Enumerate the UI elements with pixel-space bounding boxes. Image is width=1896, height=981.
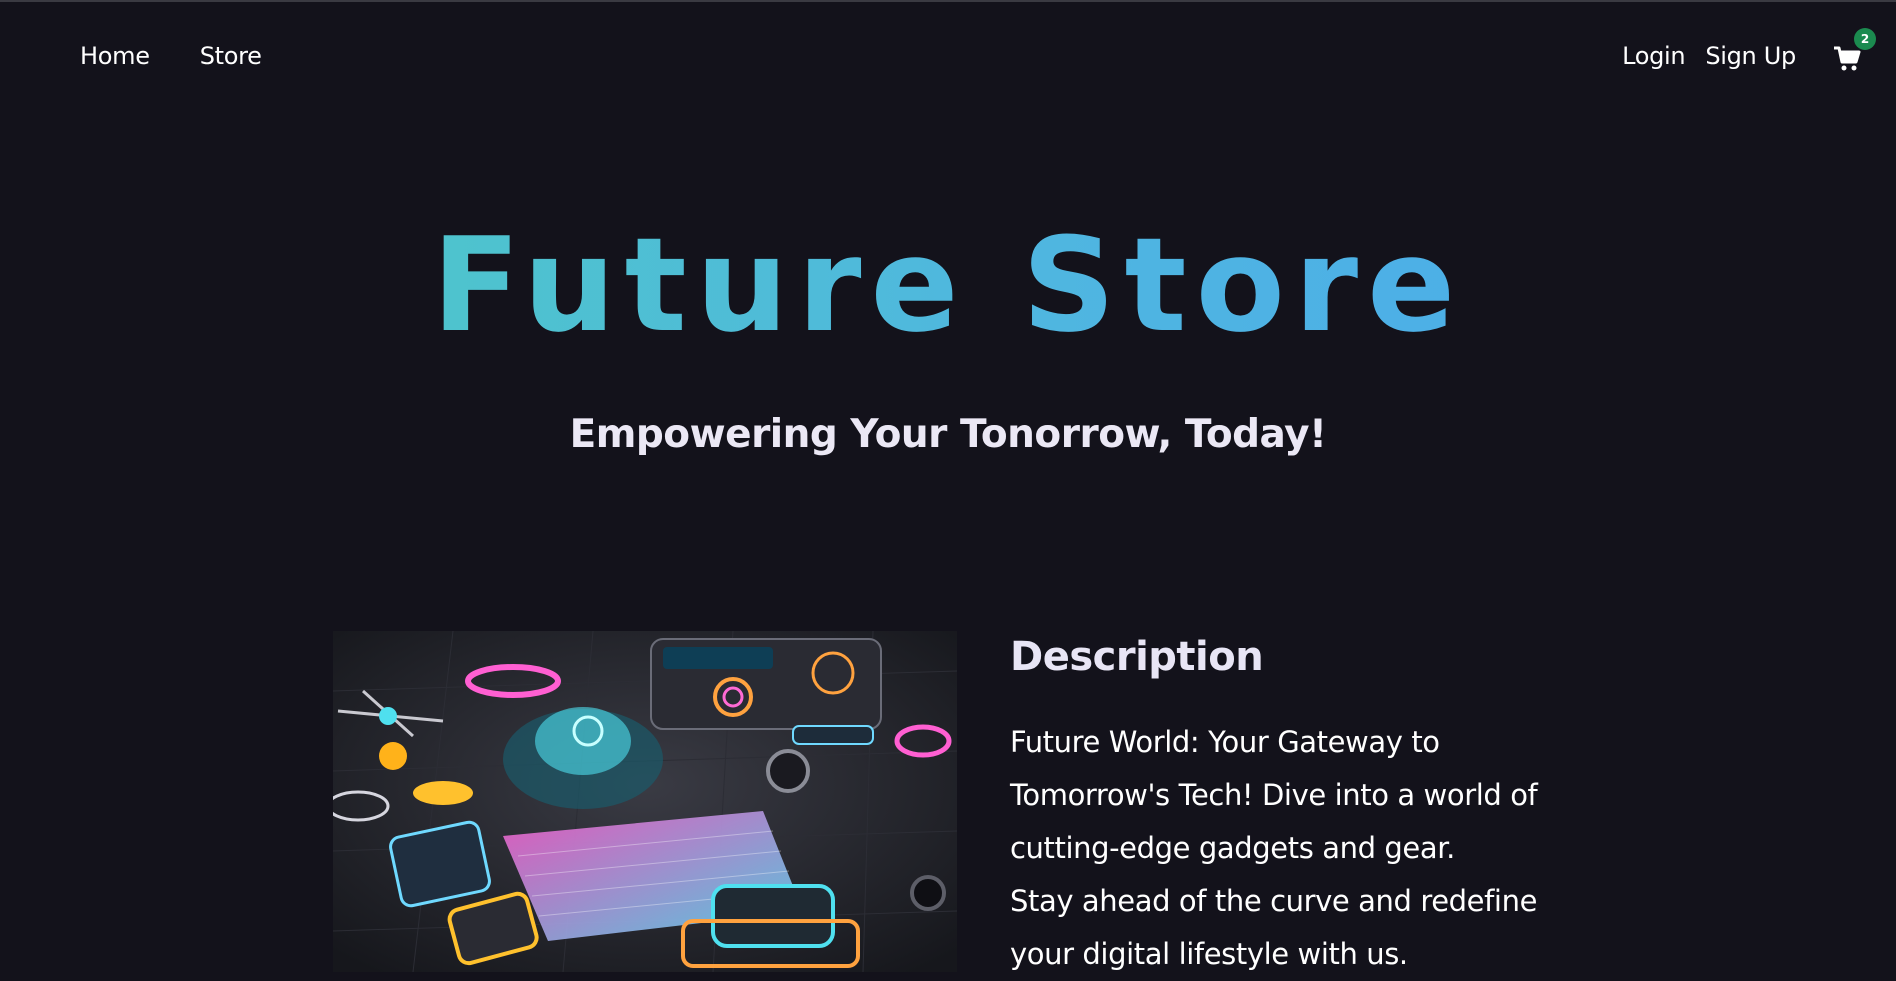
- description-line: cutting-edge gadgets and gear.: [1010, 831, 1455, 865]
- window-top-border: [0, 0, 1896, 2]
- cart-button[interactable]: 2: [1832, 28, 1876, 76]
- nav-auth-links: Login Sign Up: [1622, 42, 1796, 70]
- nav-home-link[interactable]: Home: [80, 42, 150, 70]
- signup-link[interactable]: Sign Up: [1705, 42, 1796, 70]
- nav-left-links: Home Store: [80, 42, 262, 70]
- nav-store-link[interactable]: Store: [200, 42, 262, 70]
- hero-title: Future Store: [0, 205, 1896, 365]
- description-line: Future World: Your Gateway to: [1010, 725, 1440, 759]
- hero-subtitle: Empowering Your Tonorrow, Today!: [569, 412, 1327, 457]
- cart-count-badge: 2: [1854, 28, 1876, 50]
- description-line: Stay ahead of the curve and redefine: [1010, 884, 1538, 918]
- gadgets-image: [333, 631, 957, 972]
- gadgets-illustration: [333, 631, 957, 972]
- description-heading: Description: [1010, 634, 1264, 680]
- login-link[interactable]: Login: [1622, 42, 1686, 70]
- description-line: your digital lifestyle with us.: [1010, 937, 1408, 971]
- description-line: Tomorrow's Tech! Dive into a world of: [1010, 778, 1538, 812]
- cart-icon: [1834, 46, 1861, 71]
- description-text: Future World: Your Gateway to Tomorrow's…: [1010, 716, 1600, 981]
